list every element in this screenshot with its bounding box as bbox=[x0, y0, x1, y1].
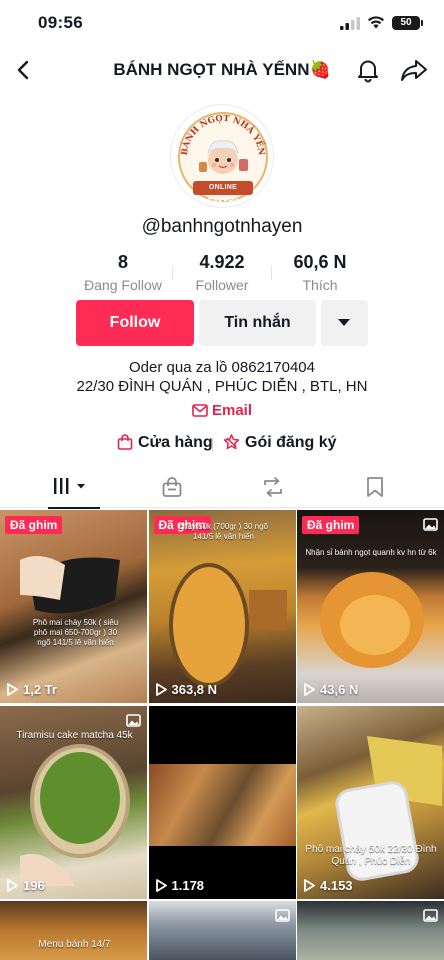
play-icon bbox=[7, 683, 18, 696]
tab-reposts[interactable] bbox=[261, 466, 361, 508]
share-icon[interactable] bbox=[400, 57, 428, 83]
tab-saved[interactable] bbox=[365, 466, 444, 508]
message-button[interactable]: Tin nhắn bbox=[199, 300, 316, 346]
stat-followers[interactable]: 4.922 Follower bbox=[167, 252, 277, 293]
view-count-value: 363,8 N bbox=[171, 682, 218, 697]
tab-shop[interactable] bbox=[160, 466, 260, 508]
repost-icon bbox=[264, 477, 282, 497]
avatar-bakery-label: ONLINE BAKERY bbox=[193, 181, 253, 205]
subscription-label: Gói đăng ký bbox=[245, 434, 337, 451]
video-thumbnail[interactable]: Đã ghim chảy 50k (700gr ) 30 ngõ 141/5 l… bbox=[148, 510, 296, 703]
links-divider bbox=[212, 438, 213, 453]
photo-icon bbox=[274, 909, 290, 922]
video-thumbnail[interactable]: Tiramisu cake matcha 45k 196 bbox=[0, 705, 147, 899]
caret-down-icon bbox=[338, 319, 350, 326]
bookmark-icon bbox=[367, 477, 383, 497]
photo-icon bbox=[423, 909, 438, 922]
cake-tray-icon bbox=[168, 563, 287, 687]
wifi-icon bbox=[368, 16, 384, 29]
play-icon bbox=[304, 878, 315, 892]
video-thumbnail[interactable]: Đã ghim Nhận sỉ bánh ngọt quanh kv hn từ… bbox=[297, 510, 444, 703]
stat-label: Thích bbox=[302, 277, 338, 293]
top-bar: BÁNH NGỌT NHÀ YẾNN🍓 bbox=[0, 50, 444, 92]
shop-bag-icon bbox=[117, 434, 133, 450]
cake-tray-icon bbox=[20, 556, 120, 614]
pastry-spread-image bbox=[148, 763, 296, 846]
video-grid: Đã ghim Phô mai chảy 50k ( siêu phô mai … bbox=[0, 510, 444, 960]
bio-line: Oder qua za lồ 0862170404 bbox=[129, 359, 315, 376]
view-count: 363,8 N bbox=[155, 682, 218, 697]
video-caption: Menu bánh 14/7 bbox=[38, 939, 111, 950]
profile-title: BÁNH NGỌT NHÀ YẾNN🍓 bbox=[113, 60, 331, 79]
photo-icon bbox=[126, 713, 141, 727]
stat-label: Follower bbox=[195, 277, 249, 293]
view-count-value: 1,2 Tr bbox=[23, 682, 57, 697]
username: @banhngotnhayen bbox=[141, 216, 303, 237]
view-count: 1,2 Tr bbox=[7, 682, 57, 697]
profile-links: Cửa hàng Gói đăng ký bbox=[0, 434, 444, 456]
stat-following[interactable]: 8 Đang Follow bbox=[68, 252, 178, 293]
bell-icon[interactable] bbox=[355, 57, 381, 83]
subscription-icon bbox=[223, 434, 240, 450]
stat-value: 60,6 N bbox=[293, 252, 347, 272]
video-caption: chảy 50k (700gr ) 30 ngõ 141/5 lê văn hi… bbox=[179, 522, 268, 541]
view-count: 1.178 bbox=[155, 877, 205, 893]
status-time: 09:56 bbox=[38, 13, 83, 32]
view-count: 196 bbox=[7, 878, 45, 893]
envelope-icon bbox=[192, 404, 208, 417]
video-caption: Phô mai chảy 50k 22/30 Đình Quán , Phúc … bbox=[305, 843, 437, 867]
video-thumbnail[interactable]: Phô mai chảy 50k 22/30 Đình Quán , Phúc … bbox=[297, 705, 444, 899]
bio: Oder qua za lồ 0862170404 22/30 ĐÌNH QUÁ… bbox=[0, 358, 444, 396]
shop-bag-icon bbox=[162, 477, 182, 497]
video-caption: Nhận sỉ bánh ngọt quanh kv hn từ 6k bbox=[305, 548, 437, 557]
view-count-value: 1.178 bbox=[171, 877, 205, 893]
video-caption: Tiramisu cake matcha 45k bbox=[16, 729, 133, 741]
active-tab-indicator bbox=[48, 507, 100, 509]
play-icon bbox=[7, 878, 18, 892]
video-caption: Phô mai chảy 50k ( siêu phô mai 650-700g… bbox=[32, 618, 119, 647]
play-icon bbox=[304, 683, 315, 696]
video-thumbnail[interactable]: Đã ghim Phô mai chảy 50k ( siêu phô mai … bbox=[0, 510, 147, 703]
view-count-value: 4.153 bbox=[320, 877, 353, 893]
avatar[interactable]: BÁNH NGỌT NHÀ YẾN ONLINE BAKERY bbox=[170, 104, 274, 208]
video-thumbnail[interactable]: Menu bánh 14/7 bbox=[0, 901, 147, 960]
stat-label: Đang Follow bbox=[84, 277, 162, 293]
shop-link[interactable]: Cửa hàng bbox=[117, 434, 213, 452]
photo-icon bbox=[423, 518, 438, 531]
back-arrow-icon[interactable] bbox=[12, 58, 36, 82]
follow-button[interactable]: Follow bbox=[76, 300, 194, 346]
shop-label: Cửa hàng bbox=[138, 434, 213, 451]
stat-value: 4.922 bbox=[199, 252, 245, 272]
video-thumbnail[interactable]: 1.178 bbox=[148, 705, 296, 899]
email-link[interactable]: Email bbox=[0, 402, 444, 419]
view-count-value: 43,6 N bbox=[320, 682, 359, 697]
more-options-button[interactable] bbox=[321, 300, 368, 346]
stat-value: 8 bbox=[117, 252, 128, 272]
video-thumbnail[interactable] bbox=[148, 901, 296, 960]
battery-icon: 50 bbox=[392, 16, 423, 30]
email-label: Email bbox=[211, 402, 253, 419]
bio-line: 22/30 ĐÌNH QUÁN , PHÚC DIỄN , BTL, HN bbox=[76, 378, 368, 395]
signal-icon bbox=[340, 17, 360, 30]
view-count: 4.153 bbox=[304, 878, 353, 893]
profile-actions: Follow Tin nhắn bbox=[0, 300, 444, 346]
content-tabs bbox=[0, 466, 444, 509]
play-icon bbox=[155, 878, 167, 892]
view-count-value: 196 bbox=[23, 877, 45, 893]
subscription-link[interactable]: Gói đăng ký bbox=[223, 434, 337, 452]
status-bar: 09:56 50 bbox=[0, 0, 444, 46]
play-icon bbox=[155, 683, 167, 696]
video-thumbnail[interactable] bbox=[297, 901, 444, 960]
videos-grid-icon bbox=[54, 478, 85, 494]
tab-videos[interactable] bbox=[48, 466, 148, 509]
pinned-badge: Đã ghim bbox=[5, 516, 63, 534]
stat-likes[interactable]: 60,6 N Thích bbox=[265, 252, 375, 293]
matcha-cake-icon bbox=[20, 743, 130, 886]
pinned-badge: Đã ghim bbox=[302, 516, 360, 534]
view-count: 43,6 N bbox=[304, 682, 358, 697]
profile-stats: 8 Đang Follow 4.922 Follower 60,6 N Thíc… bbox=[0, 252, 444, 294]
cheese-bun-icon bbox=[320, 572, 424, 668]
